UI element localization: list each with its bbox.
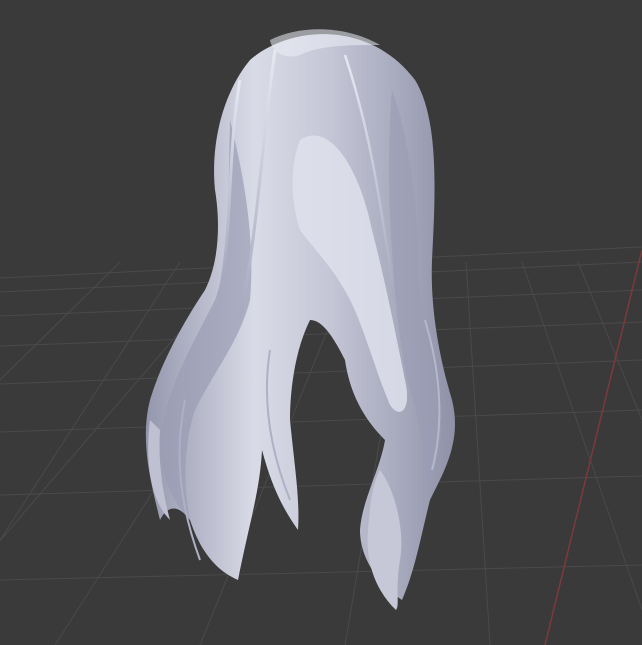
3d-viewport[interactable] — [0, 0, 642, 645]
viewport-canvas[interactable] — [0, 0, 642, 645]
